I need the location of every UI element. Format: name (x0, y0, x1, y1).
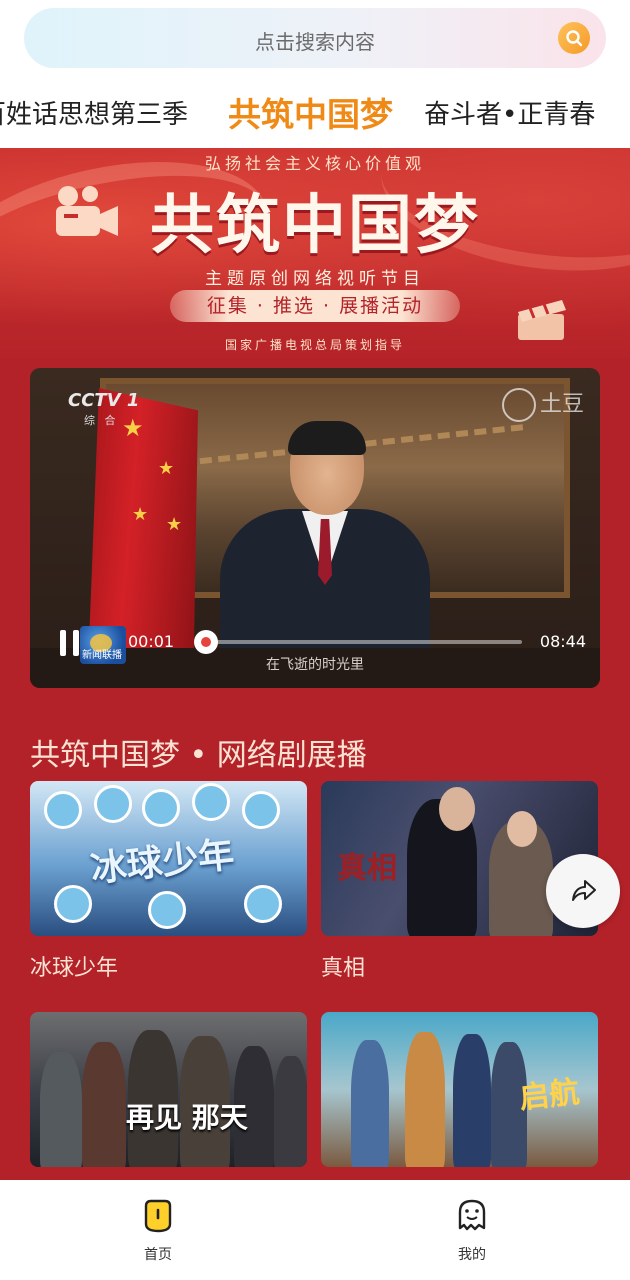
share-icon (572, 880, 596, 901)
nav-mine[interactable]: 我的 (432, 1198, 512, 1264)
drama-label-bingqiu[interactable]: 冰球少年 (30, 950, 118, 982)
poster-title: 启航 (517, 1074, 582, 1117)
main-content: 弘扬社会主义核心价值观 共筑中国梦 主题原创网络视听节目 征集 · 推选 · 展… (0, 148, 630, 1180)
poster-title: 冰球少年 (88, 833, 237, 891)
progress-thumb[interactable] (194, 630, 218, 654)
banner-title: 共筑中国梦 (150, 188, 480, 263)
poster-title: 真相 (337, 851, 397, 886)
search-placeholder: 点击搜索内容 (255, 30, 375, 54)
campaign-banner: 弘扬社会主义核心价值观 共筑中国梦 主题原创网络视听节目 征集 · 推选 · 展… (0, 148, 630, 358)
banner-subtitle: 主题原创网络视听节目 (205, 269, 425, 289)
drama-card-bingqiu[interactable]: 冰球少年 (30, 781, 307, 936)
pause-icon[interactable] (60, 630, 80, 656)
cctv-logo: CCTV 1 (68, 390, 140, 411)
total-time: 08:44 (539, 632, 586, 651)
nav-mine-label: 我的 (458, 1247, 486, 1263)
tudou-logo-icon (501, 388, 536, 422)
poster-title: 再见 那天 (126, 1101, 248, 1134)
tab-gongzhu-active[interactable]: 共筑中国梦 (228, 88, 393, 136)
nav-home[interactable]: 首页 (118, 1198, 198, 1264)
cctv-channel-sub: 综 合 (84, 414, 119, 427)
drama-card-qihang[interactable]: 启航 (321, 1012, 598, 1167)
share-button[interactable] (546, 854, 620, 928)
tab-fendouzhe[interactable]: 奋斗者•正青春 (424, 94, 595, 131)
bottom-nav: 首页 我的 (0, 1180, 630, 1280)
drama-card-zaijian[interactable]: 再见 那天 (30, 1012, 307, 1167)
news-logo-text: 新闻联播 (82, 650, 122, 661)
profile-icon (458, 1199, 486, 1231)
progress-track[interactable] (206, 640, 522, 644)
home-icon (144, 1199, 172, 1233)
category-tabs: 百姓话思想第三季 共筑中国梦 奋斗者•正青春 (0, 84, 630, 140)
tudou-watermark: 土豆 (501, 386, 584, 422)
search-icon[interactable] (558, 22, 590, 54)
section-title: 共筑中国梦 • 网络剧展播 (30, 738, 367, 773)
video-player[interactable]: ★ ★ ★ ★ CCTV 1 综 合 土豆 新闻联播 00:01 08:44 在… (30, 368, 600, 688)
drama-label-zhenxiang[interactable]: 真相 (321, 950, 365, 982)
search-bar[interactable]: 点击搜索内容 (24, 8, 606, 68)
current-time: 00:01 (128, 632, 175, 651)
banner-bottom-line: 国家广播电视总局策划指导 (224, 338, 405, 352)
nav-home-label: 首页 (144, 1247, 172, 1263)
banner-pill: 征集 · 推选 · 展播活动 (170, 290, 460, 322)
banner-top-line: 弘扬社会主义核心价值观 (204, 154, 425, 173)
tab-baixing[interactable]: 百姓话思想第三季 (0, 94, 188, 131)
